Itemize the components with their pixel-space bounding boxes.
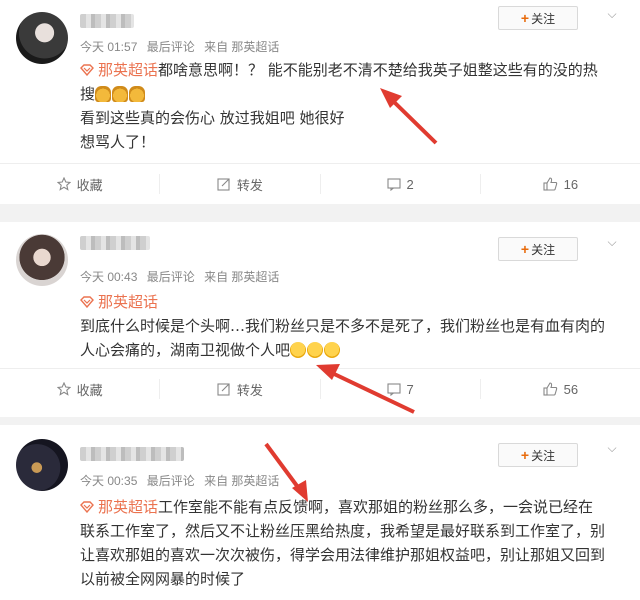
plus-icon: + [520, 10, 530, 26]
comment-text: 那英超话 到底什么时候是个头啊…我们粉丝只是不多不是死了，我们粉丝也是有血有肉的… [80, 293, 606, 359]
plus-icon: + [520, 241, 530, 257]
favorite-button[interactable]: 收藏 [0, 379, 161, 399]
comment-button[interactable]: 7 [321, 379, 481, 399]
action-bar: 收藏 转发 2 16 [0, 164, 640, 204]
plus-icon: + [520, 447, 530, 463]
meta-source[interactable]: 来自 那英超话 [204, 40, 279, 54]
like-button[interactable]: 16 [481, 174, 640, 194]
avatar[interactable] [16, 234, 68, 286]
avatar[interactable] [16, 439, 68, 491]
meta-source[interactable]: 来自 那英超话 [204, 474, 279, 488]
comment-meta: 今天 01:57 最后评论 来自 那英超话 [80, 38, 285, 55]
post-time: 今天 00:43 [80, 270, 138, 284]
supertopic-icon [80, 64, 94, 76]
chevron-down-icon[interactable]: ⌵ [604, 442, 620, 454]
topic-link[interactable]: 那英超话 [98, 498, 158, 516]
meta-source[interactable]: 来自 那英超话 [204, 270, 279, 284]
meta-tag: 最后评论 [146, 270, 195, 284]
username-blurred[interactable] [80, 14, 134, 28]
crying-emoji-icon [290, 342, 307, 358]
like-button[interactable]: 56 [481, 379, 640, 399]
favorite-button[interactable]: 收藏 [0, 174, 161, 194]
thumbs-up-icon [543, 177, 557, 191]
follow-button[interactable]: + 关注 [498, 237, 578, 261]
follow-button[interactable]: + 关注 [498, 6, 578, 30]
comment-text: 那英超话工作室能不能有点反馈啊，喜欢那姐的粉丝那么多，一会说已经在 联系工作室了… [80, 498, 606, 588]
avatar[interactable] [16, 12, 68, 64]
thumbs-up-icon [543, 382, 557, 396]
topic-link[interactable]: 那英超话 [98, 61, 158, 79]
comment-icon [386, 383, 401, 396]
pray-emoji-icon [129, 86, 146, 102]
repost-button[interactable]: 转发 [160, 379, 321, 399]
repost-button[interactable]: 转发 [160, 174, 321, 194]
meta-tag: 最后评论 [146, 474, 195, 488]
crying-emoji-icon [324, 342, 341, 358]
supertopic-icon [80, 296, 94, 308]
repost-icon [217, 383, 230, 396]
username-blurred[interactable] [80, 447, 184, 461]
post-time: 今天 01:57 [80, 40, 138, 54]
star-icon [56, 177, 71, 191]
comment-meta: 今天 00:43 最后评论 来自 那英超话 [80, 268, 285, 285]
pray-emoji-icon [95, 86, 112, 102]
chevron-down-icon[interactable]: ⌵ [604, 236, 620, 248]
topic-link[interactable]: 那英超话 [98, 293, 158, 311]
username-blurred[interactable] [80, 236, 150, 250]
chevron-down-icon[interactable]: ⌵ [604, 8, 620, 20]
supertopic-icon [80, 501, 94, 513]
star-icon [56, 382, 71, 396]
comment-button[interactable]: 2 [321, 174, 481, 194]
action-bar: 收藏 转发 7 56 [0, 369, 640, 409]
pray-emoji-icon [112, 86, 129, 102]
comment-text: 那英超话都啥意思啊！？ 能不能别老不清不楚给我英子姐整这些有的没的热 搜 看到这… [80, 61, 598, 151]
post-time: 今天 00:35 [80, 474, 138, 488]
comment-meta: 今天 00:35 最后评论 来自 那英超话 [80, 472, 285, 489]
meta-tag: 最后评论 [146, 40, 195, 54]
comment-icon [386, 178, 401, 191]
repost-icon [217, 178, 230, 191]
crying-emoji-icon [307, 342, 324, 358]
follow-button[interactable]: + 关注 [498, 443, 578, 467]
